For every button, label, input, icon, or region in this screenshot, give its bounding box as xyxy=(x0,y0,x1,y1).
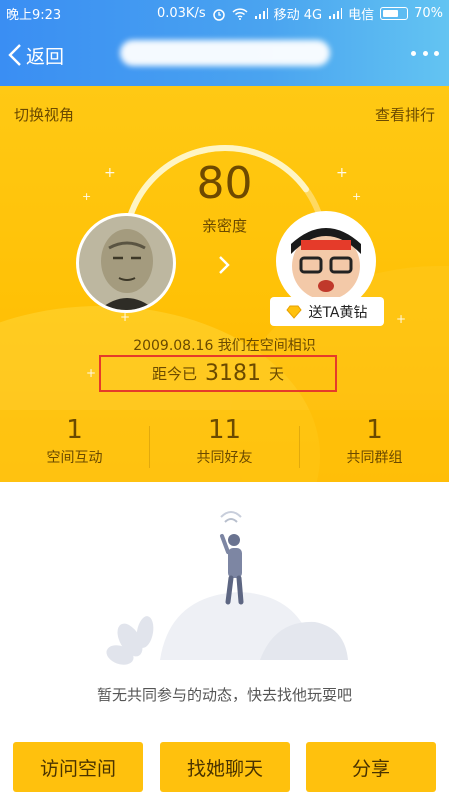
send-yellow-diamond-button[interactable]: 送TA黄钻 xyxy=(270,297,384,326)
dot-icon xyxy=(434,50,439,56)
gift-label: 送TA黄钻 xyxy=(308,304,368,321)
stat-value: 11 xyxy=(207,415,242,445)
stat-label: 空间互动 xyxy=(46,450,103,466)
status-time: 晚上9:23 xyxy=(6,8,62,23)
stat-space-interaction[interactable]: 1 空间互动 xyxy=(0,410,149,482)
chevron-left-icon xyxy=(8,44,21,66)
more-menu-button[interactable] xyxy=(411,44,439,62)
stat-value: 1 xyxy=(66,415,83,445)
empty-state-text: 暂无共同参与的动态，快去找他玩耍吧 xyxy=(96,686,352,704)
chat-button[interactable]: 找她聊天 xyxy=(160,742,290,792)
my-avatar[interactable] xyxy=(76,213,176,313)
carrier-telecom: 电信 xyxy=(348,8,375,23)
signal-icon xyxy=(254,7,268,19)
dot-icon xyxy=(411,50,416,56)
intimacy-score: 80 xyxy=(196,158,253,209)
stat-label: 共同群组 xyxy=(346,450,403,466)
network-speed: 0.03K/s xyxy=(156,6,206,21)
back-label: 返回 xyxy=(26,45,65,68)
carrier-mobile: 移动 4G xyxy=(273,8,323,23)
stat-mutual-friends[interactable]: 11 共同好友 xyxy=(150,410,299,482)
ranking-link[interactable]: 查看排行 xyxy=(375,104,435,125)
meet-date: 2009.08.16 我们在空间相识 xyxy=(133,338,316,354)
dot-icon xyxy=(422,50,428,56)
stat-mutual-groups[interactable]: 1 共同群组 xyxy=(300,410,449,482)
signal-icon xyxy=(329,7,343,19)
days-known: 距今已 3181 天 xyxy=(99,355,337,392)
status-indicators: 0.03K/s 移动 4G 电信 70% xyxy=(157,4,443,23)
chevron-right-icon xyxy=(219,256,230,274)
redacted-title xyxy=(120,40,330,66)
avatar-image xyxy=(279,214,373,308)
avatar-image xyxy=(79,216,173,310)
intimacy-label: 亲密度 xyxy=(201,217,247,235)
status-bar: 晚上9:23 0.03K/s 移动 4G 电信 70% xyxy=(0,0,449,24)
days-prefix: 距今已 xyxy=(151,365,197,383)
days-count: 3181 xyxy=(205,361,261,386)
battery-level: 70% xyxy=(414,6,443,21)
battery-icon xyxy=(380,7,409,20)
visit-space-button[interactable]: 访问空间 xyxy=(13,742,143,792)
empty-state-illustration xyxy=(106,511,348,665)
friend-avatar[interactable] xyxy=(276,211,376,311)
stats-strip: 1 空间互动 11 共同好友 1 共同群组 xyxy=(0,410,449,482)
alarm-icon xyxy=(212,8,225,21)
diamond-icon xyxy=(286,305,303,319)
back-button[interactable]: 返回 xyxy=(8,40,64,70)
share-button[interactable]: 分享 xyxy=(306,742,436,792)
days-unit: 天 xyxy=(269,365,285,383)
stat-label: 共同好友 xyxy=(196,450,253,466)
wifi-icon xyxy=(232,7,248,20)
stat-value: 1 xyxy=(366,415,383,445)
switch-view-link[interactable]: 切换视角 xyxy=(14,104,74,125)
